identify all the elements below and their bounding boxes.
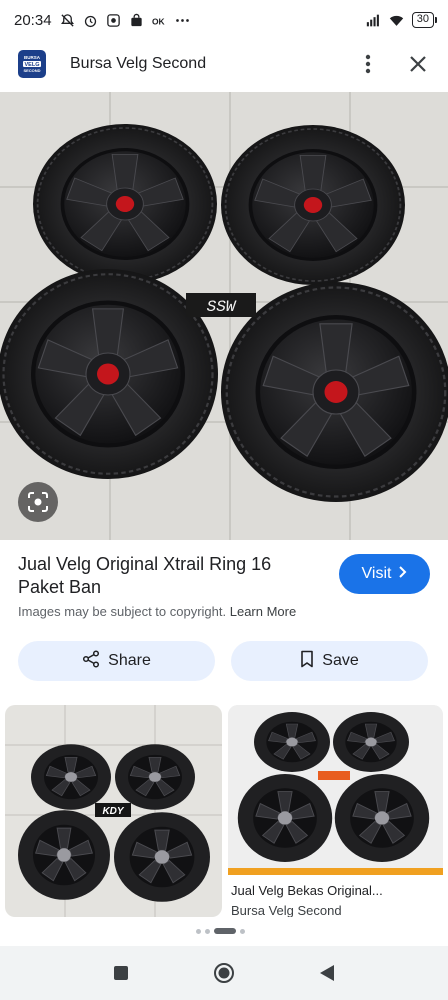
visit-button[interactable]: Visit [339, 554, 430, 594]
svg-text:BURSA: BURSA [24, 55, 41, 60]
status-left: 20:34 OK [14, 12, 190, 29]
chevron-right-icon [397, 565, 407, 583]
bag-icon [129, 13, 144, 28]
recents-icon[interactable] [109, 961, 133, 985]
ok-icon: OK [152, 13, 167, 28]
photo-icon [106, 13, 121, 28]
related-source: Bursa Velg Second [231, 903, 342, 917]
home-icon[interactable] [212, 961, 236, 985]
hero-watermark: SSW [207, 298, 237, 316]
hero-image[interactable]: SSW [0, 92, 448, 540]
learn-more-link[interactable]: Learn More [230, 604, 296, 619]
pager-dot[interactable] [196, 928, 201, 934]
related-image-1[interactable]: KDY [5, 705, 222, 917]
more-dots-icon [175, 13, 190, 28]
header-actions [356, 52, 430, 76]
svg-text:SECOND: SECOND [23, 68, 40, 73]
related-caption: Jual Velg Bekas Original... [231, 883, 383, 898]
status-time: 20:34 [14, 11, 52, 29]
system-nav-bar [0, 946, 448, 1000]
related-badge: KDY [102, 806, 124, 817]
bookmark-icon [300, 650, 314, 673]
visit-label: Visit [361, 565, 392, 582]
battery-icon: 30 [411, 12, 438, 28]
related-thumb-2 [228, 705, 443, 875]
lens-icon[interactable] [18, 482, 58, 522]
pager [196, 928, 245, 934]
status-bar: 20:34 OK 30 [0, 0, 448, 40]
copyright-text: Images may be subject to copyright. [18, 604, 227, 619]
app-header: BURSA VELG SECOND Bursa Velg Second [0, 40, 448, 88]
result-title: Jual Velg Original Xtrail Ring 16 Paket … [18, 554, 272, 597]
share-label: Share [108, 652, 151, 669]
mute-icon [60, 13, 75, 28]
status-right: 30 [366, 12, 438, 28]
site-name[interactable]: Bursa Velg Second [70, 55, 206, 73]
more-vert-icon[interactable] [356, 52, 380, 76]
pager-dot[interactable] [205, 928, 210, 934]
pager-dot-active[interactable] [214, 928, 236, 934]
share-button[interactable]: Share [18, 641, 215, 681]
alarm-icon [83, 13, 98, 28]
save-label: Save [322, 652, 359, 669]
site-logo: BURSA VELG SECOND [18, 50, 46, 78]
signal-icon [366, 13, 381, 28]
close-icon[interactable] [406, 52, 430, 76]
share-icon [82, 649, 100, 673]
save-button[interactable]: Save [231, 641, 428, 681]
copyright-notice: Images may be subject to copyright. Lear… [18, 604, 296, 619]
back-icon[interactable] [315, 961, 339, 985]
svg-text:OK: OK [152, 16, 165, 26]
related-image-2[interactable]: Jual Velg Bekas Original... Bursa Velg S… [228, 705, 443, 917]
wifi-icon [389, 13, 404, 28]
pager-dot[interactable] [240, 928, 245, 934]
